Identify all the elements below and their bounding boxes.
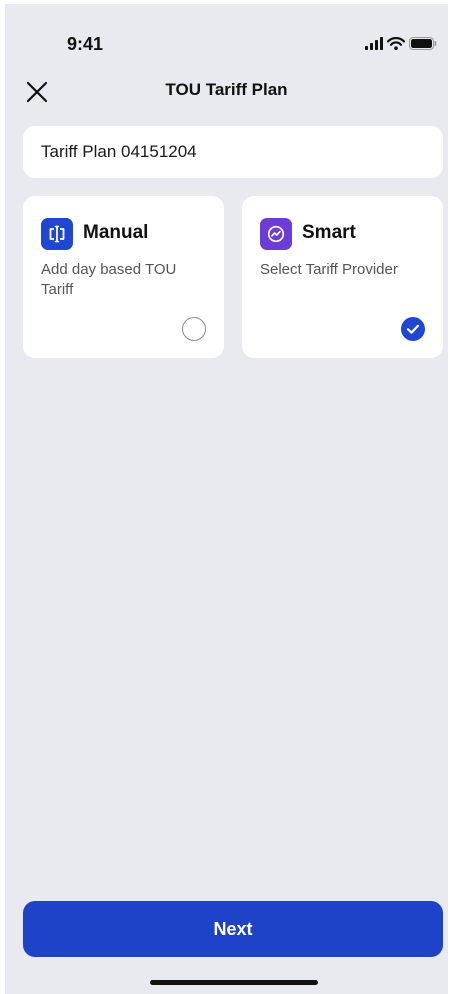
radio-selected[interactable]: [401, 317, 425, 341]
screen: 9:41 TOU Tariff Plan Tariff Plan 0415120…: [5, 4, 448, 994]
battery-icon: [409, 37, 437, 55]
page-title: TOU Tariff Plan: [165, 80, 288, 99]
smart-trend-icon: [260, 218, 292, 250]
option-title: Manual: [83, 222, 149, 243]
checkmark-icon: [406, 324, 420, 334]
home-indicator: [150, 980, 318, 985]
option-description: Add day based TOU Tariff: [41, 261, 177, 298]
plan-name-input[interactable]: [41, 142, 425, 162]
signal-icon: [365, 37, 383, 55]
option-description: Select Tariff Provider: [260, 261, 398, 278]
plan-name-field[interactable]: [23, 126, 443, 178]
radio-unselected[interactable]: [182, 317, 206, 341]
status-time: 9:41: [67, 34, 104, 54]
option-card-smart[interactable]: Smart Select Tariff Provider: [242, 196, 443, 358]
option-title: Smart: [302, 222, 356, 243]
next-button[interactable]: Next: [23, 901, 443, 957]
option-card-manual[interactable]: Manual Add day based TOU Tariff: [23, 196, 224, 358]
wifi-icon: [386, 37, 406, 55]
manual-split-icon: [41, 218, 73, 250]
